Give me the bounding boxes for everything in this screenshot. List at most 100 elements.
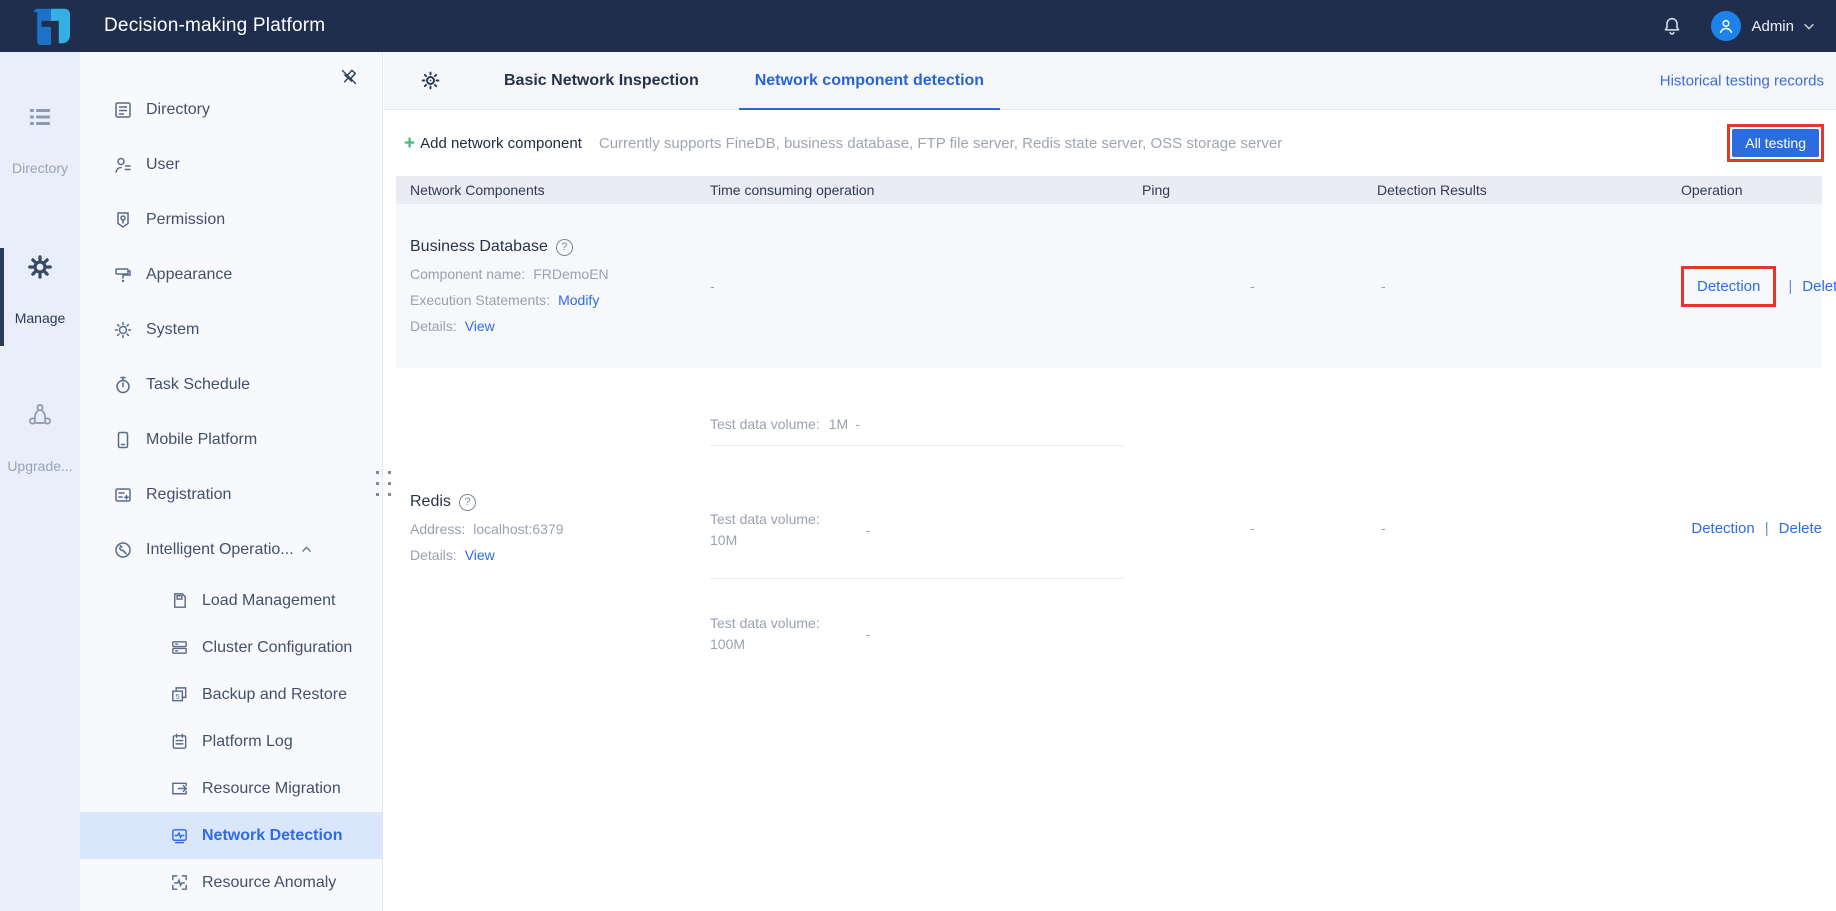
help-question-icon[interactable]: ? [458, 493, 476, 511]
top-bar: Decision-making Platform Admin [0, 0, 1836, 52]
log-calendar-icon [170, 732, 189, 751]
primary-rail: Directory Manage Upgrade... [0, 52, 80, 911]
sidebar-item-network-detection[interactable]: Network Detection [80, 812, 382, 859]
settings-gear-icon[interactable] [420, 70, 441, 91]
sidebar-item-label: Backup and Restore [202, 685, 347, 703]
export-arrow-icon [170, 779, 189, 798]
detection-result-value: - [1381, 520, 1386, 536]
sidebar-item-resource-migration[interactable]: Resource Migration [80, 765, 382, 812]
field-label: Execution Statements: [410, 292, 551, 308]
rail-label: Directory [11, 160, 68, 176]
sidebar-item-label: Directory [146, 100, 211, 118]
rail-item-directory[interactable]: Directory [0, 104, 80, 176]
delete-link[interactable]: Delete [1802, 278, 1836, 295]
all-testing-button[interactable]: All testing [1732, 129, 1819, 157]
sidebar-item-label: Registration [146, 485, 232, 503]
detection-link[interactable]: Detection [1697, 278, 1760, 295]
sidebar-item-intelligent-operations[interactable]: Intelligent Operatio... [80, 522, 382, 577]
sidebar-item-directory[interactable]: Directory [80, 82, 382, 137]
annotation-box-detection: Detection [1681, 265, 1777, 307]
annotation-box-all-testing: All testing [1727, 124, 1824, 162]
test-volume-label: Test data volume: [710, 416, 820, 432]
detection-link[interactable]: Detection [1691, 520, 1754, 537]
test-volume-row-1m: Test data volume: 1M - [710, 368, 1124, 446]
stopwatch-icon [113, 375, 133, 395]
backup-copy-icon: 5 [170, 685, 189, 704]
field-value: localhost:6379 [473, 521, 564, 537]
tab-basic-network-inspection[interactable]: Basic Network Inspection [495, 52, 708, 110]
sidebar-item-platform-log[interactable]: Platform Log [80, 718, 382, 765]
rail-label: Upgrade... [7, 458, 73, 474]
sidebar-item-label: Platform Log [202, 732, 293, 750]
sidebar-item-label: Permission [146, 210, 226, 228]
secondary-sidebar: Directory User Permission Appearance Sys [80, 52, 383, 911]
column-header: Ping [1142, 182, 1171, 198]
ping-value: - [1250, 520, 1255, 536]
notification-bell-icon[interactable] [1661, 15, 1683, 37]
sidebar-item-appearance[interactable]: Appearance [80, 247, 382, 302]
detection-result-value: - [1381, 278, 1386, 294]
field-label: Details: [410, 547, 457, 563]
memory-card-icon [170, 591, 189, 610]
directory-list-icon [0, 104, 80, 130]
chevron-up-icon [300, 543, 313, 556]
sidebar-item-label: Task Schedule [146, 375, 251, 393]
sidebar-item-system[interactable]: System [80, 302, 382, 357]
sidebar-item-label: System [146, 320, 200, 338]
tab-network-component-detection[interactable]: Network component detection [738, 52, 1001, 111]
user-menu[interactable]: Admin [1711, 11, 1816, 41]
sidebar-item-label: Load Management [202, 591, 336, 609]
sidebar-item-registration[interactable]: Registration [80, 467, 382, 522]
svg-text:5: 5 [176, 693, 180, 701]
sidebar-item-user[interactable]: User [80, 137, 382, 192]
column-header: Time consuming operation [710, 182, 875, 198]
delete-link[interactable]: Delete [1779, 520, 1822, 537]
sidebar-item-backup-and-restore[interactable]: 5 Backup and Restore [80, 671, 382, 718]
sidebar-item-label: Resource Migration [202, 779, 341, 797]
plus-icon: + [404, 132, 416, 154]
add-network-component-button[interactable]: + Add network component [404, 134, 582, 153]
sidebar-item-permission[interactable]: Permission [80, 192, 382, 247]
test-volume-row-10m: Test data volume: 10M - [710, 446, 1124, 579]
anomaly-pulse-icon [170, 873, 189, 892]
field-label: Details: [410, 318, 457, 334]
add-network-component-label: Add network component [420, 134, 582, 152]
test-volume-value: 10M [710, 531, 738, 548]
sidebar-resize-handle[interactable] [373, 468, 394, 499]
modify-link[interactable]: Modify [558, 292, 599, 308]
time-consuming-blocks: Test data volume: 1M - Test data volume:… [710, 368, 1124, 688]
sidebar-item-resource-anomaly[interactable]: Resource Anomaly [80, 859, 382, 906]
sidebar-item-cluster-configuration[interactable]: Cluster Configuration [80, 624, 382, 671]
paint-roller-icon [113, 265, 133, 285]
main-content: Basic Network Inspection Network compone… [384, 52, 1836, 911]
sidebar-item-mobile-platform[interactable]: Mobile Platform [80, 412, 382, 467]
document-plus-icon [113, 485, 133, 505]
toolbar: + Add network component Currently suppor… [384, 110, 1836, 176]
view-details-link[interactable]: View [465, 547, 495, 563]
view-details-link[interactable]: View [465, 318, 495, 334]
sidebar-item-load-management[interactable]: Load Management [80, 577, 382, 624]
app-logo-icon [30, 7, 72, 45]
field-label: Component name: [410, 266, 526, 282]
user-icon [113, 155, 133, 175]
rail-item-manage[interactable]: Manage [0, 254, 80, 326]
sidebar-item-label: User [146, 155, 180, 173]
avatar [1711, 11, 1742, 41]
rail-item-upgrade[interactable]: Upgrade... [0, 402, 80, 474]
time-consuming-value: - [865, 521, 871, 538]
test-volume-row-100m: Test data volume: 100M - [710, 579, 1124, 688]
time-consuming-value: - [710, 278, 715, 294]
sidebar-item-task-schedule[interactable]: Task Schedule [80, 357, 382, 412]
historical-testing-records-link[interactable]: Historical testing records [1660, 72, 1824, 89]
help-question-icon[interactable]: ? [555, 238, 573, 256]
table-row: Business Database ? Component name: FRDem… [396, 204, 1836, 368]
action-separator: | [1764, 519, 1769, 537]
time-consuming-value: - [865, 625, 871, 642]
sidebar-item-label: Network Detection [202, 826, 343, 844]
key-badge-icon [113, 210, 133, 230]
app-title: Decision-making Platform [104, 15, 326, 36]
sidebar-item-label: Cluster Configuration [202, 638, 353, 656]
user-name: Admin [1751, 17, 1794, 35]
sidebar-item-label: Appearance [146, 265, 233, 283]
unpin-sidebar-icon[interactable] [338, 66, 360, 88]
